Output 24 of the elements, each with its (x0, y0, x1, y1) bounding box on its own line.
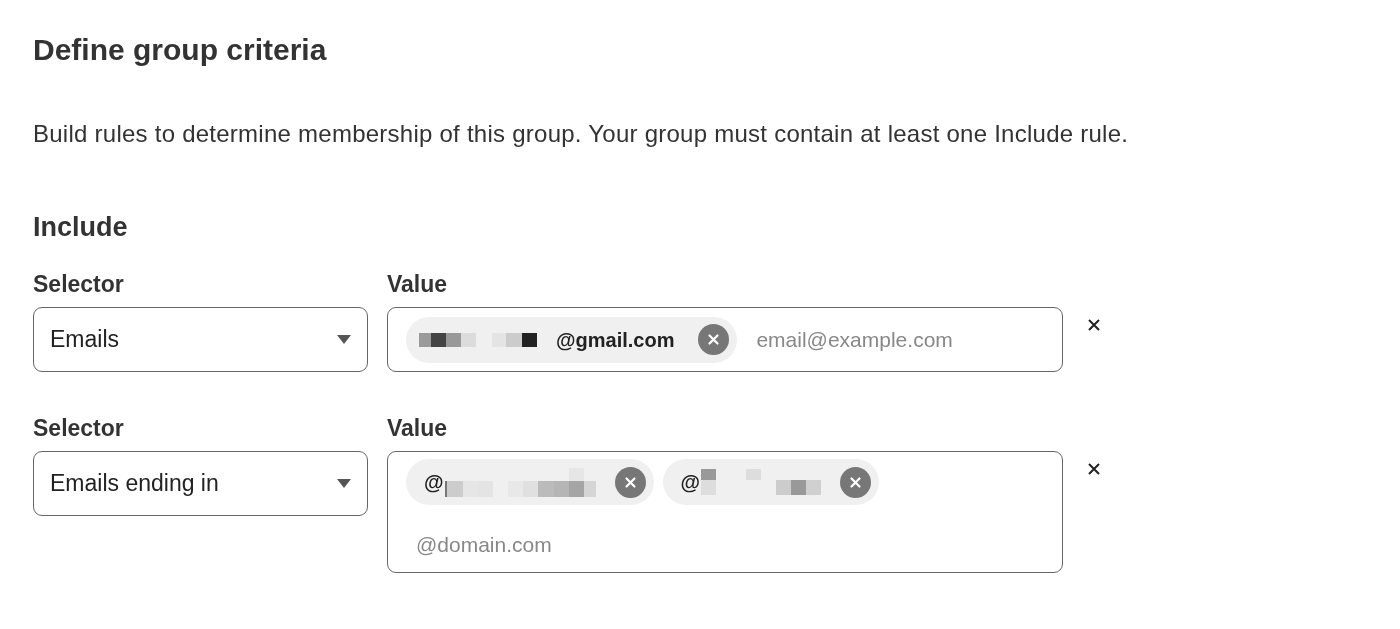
email-input[interactable]: email@example.com (746, 319, 967, 360)
selector-dropdown[interactable]: Emails ending in (33, 451, 368, 516)
section-heading: Include (33, 211, 128, 243)
close-icon (1088, 463, 1100, 475)
caret-icon (337, 479, 351, 488)
remove-chip-button[interactable] (840, 466, 872, 498)
chip-text: @ (424, 470, 444, 494)
field-label: Value (387, 270, 448, 298)
chip-text: @ (680, 470, 701, 494)
close-icon (1088, 319, 1100, 331)
selector-dropdown[interactable]: Emails (33, 307, 368, 372)
description-text: Build rules to determine membership of this group. Your group must contain at least one Include rule. (33, 120, 1129, 148)
page-title: Define group criteria (33, 33, 327, 67)
caret-icon (337, 335, 351, 344)
close-icon (698, 324, 730, 355)
field-label: Value (387, 414, 448, 442)
email-input[interactable]: @domain.com (406, 525, 626, 565)
close-icon (840, 466, 872, 498)
field-label: Selector (33, 270, 124, 298)
chip-text: @gmail.com (556, 327, 675, 352)
close-icon (614, 466, 646, 498)
remove-chip-button[interactable] (698, 324, 730, 355)
remove-chip-button[interactable] (614, 466, 646, 498)
field-label: Selector (33, 414, 124, 442)
